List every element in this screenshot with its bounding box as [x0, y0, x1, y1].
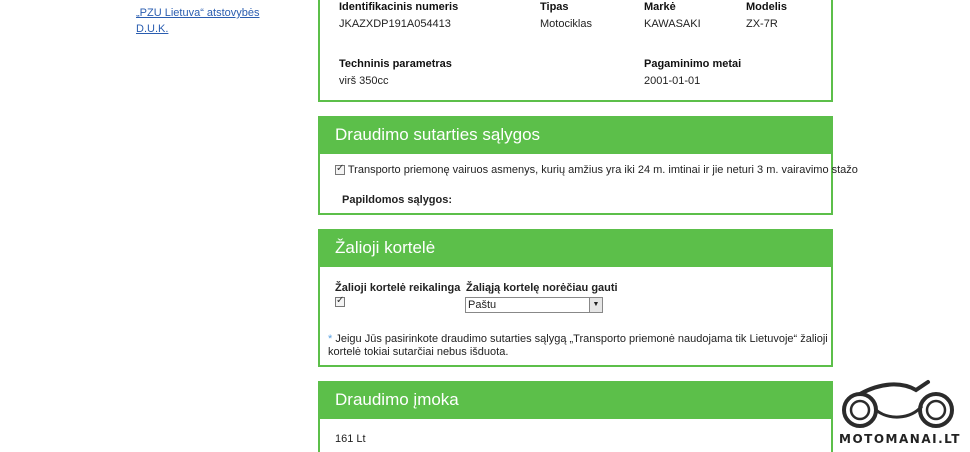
young-driver-row: Transporto priemonę vairuos asmenys, kur…: [335, 163, 858, 176]
chevron-down-icon[interactable]: ▼: [589, 298, 602, 312]
conditions-title: Draudimo sutarties sąlygos: [320, 116, 831, 154]
delivery-selected-value: Paštu: [468, 299, 497, 311]
green-card-title: Žalioji kortelė: [320, 229, 831, 267]
motorcycle-logo-icon: [842, 380, 954, 428]
tech-value: virš 350cc: [339, 75, 389, 87]
asterisk-icon: *: [328, 333, 333, 345]
make-value: KAWASAKI: [644, 18, 701, 30]
model-label: Modelis: [746, 1, 787, 13]
green-card-note: * Jeigu Jūs pasirinkote draudimo sutarti…: [328, 333, 828, 359]
young-driver-checkbox[interactable]: [335, 163, 345, 176]
contract-conditions-panel: Draudimo sutarties sąlygos Transporto pr…: [318, 116, 858, 215]
green-card-required-checkbox[interactable]: [335, 295, 345, 307]
green-card-delivery-label: Žaliąją kortelę norėčiau gauti: [466, 282, 618, 294]
young-driver-label: Transporto priemonę vairuos asmenys, kur…: [347, 164, 858, 176]
premium-title: Draudimo įmoka: [320, 381, 831, 419]
vin-field: Identifikacinis numeris JKAZXDP191A05441…: [339, 0, 458, 31]
premium-amount: 161 Lt: [335, 433, 366, 445]
model-field: Modelis ZX-7R: [746, 0, 787, 31]
type-field: Tipas Motociklas: [540, 0, 592, 31]
tech-field: Techninis parametras virš 350cc: [339, 57, 452, 88]
vin-value: JKAZXDP191A054413: [339, 18, 451, 30]
green-card-required-label: Žalioji kortelė reikalinga: [335, 282, 461, 294]
tech-label: Techninis parametras: [339, 58, 452, 70]
logo-text: MOTOMANAI.LT: [839, 432, 961, 446]
side-links: „PZU Lietuva“ atstovybės D.U.K.: [136, 5, 260, 37]
premium-panel: Draudimo įmoka 161 Lt: [318, 381, 833, 452]
link-faq[interactable]: D.U.K.: [136, 21, 260, 37]
make-field: Markė KAWASAKI: [644, 0, 701, 31]
green-card-delivery-select[interactable]: Paštu ▼: [465, 297, 603, 313]
motomanai-logo: MOTOMANAI.LT: [832, 376, 968, 448]
make-label: Markė: [644, 1, 676, 13]
type-label: Tipas: [540, 1, 569, 13]
model-value: ZX-7R: [746, 18, 778, 30]
extra-conditions-label: Papildomos sąlygos:: [342, 194, 453, 206]
green-card-note-text: Jeigu Jūs pasirinkote draudimo sutarties…: [328, 333, 828, 358]
link-pzu-offices[interactable]: „PZU Lietuva“ atstovybės: [136, 5, 260, 21]
vehicle-details-panel: Identifikacinis numeris JKAZXDP191A05441…: [318, 0, 833, 102]
year-label: Pagaminimo metai: [644, 58, 742, 70]
year-value: 2001-01-01: [644, 75, 701, 87]
type-value: Motociklas: [540, 18, 592, 30]
green-card-panel: Žalioji kortelė Žalioji kortelė reikalin…: [318, 229, 833, 367]
vin-label: Identifikacinis numeris: [339, 1, 459, 13]
year-field: Pagaminimo metai 2001-01-01: [644, 57, 741, 88]
